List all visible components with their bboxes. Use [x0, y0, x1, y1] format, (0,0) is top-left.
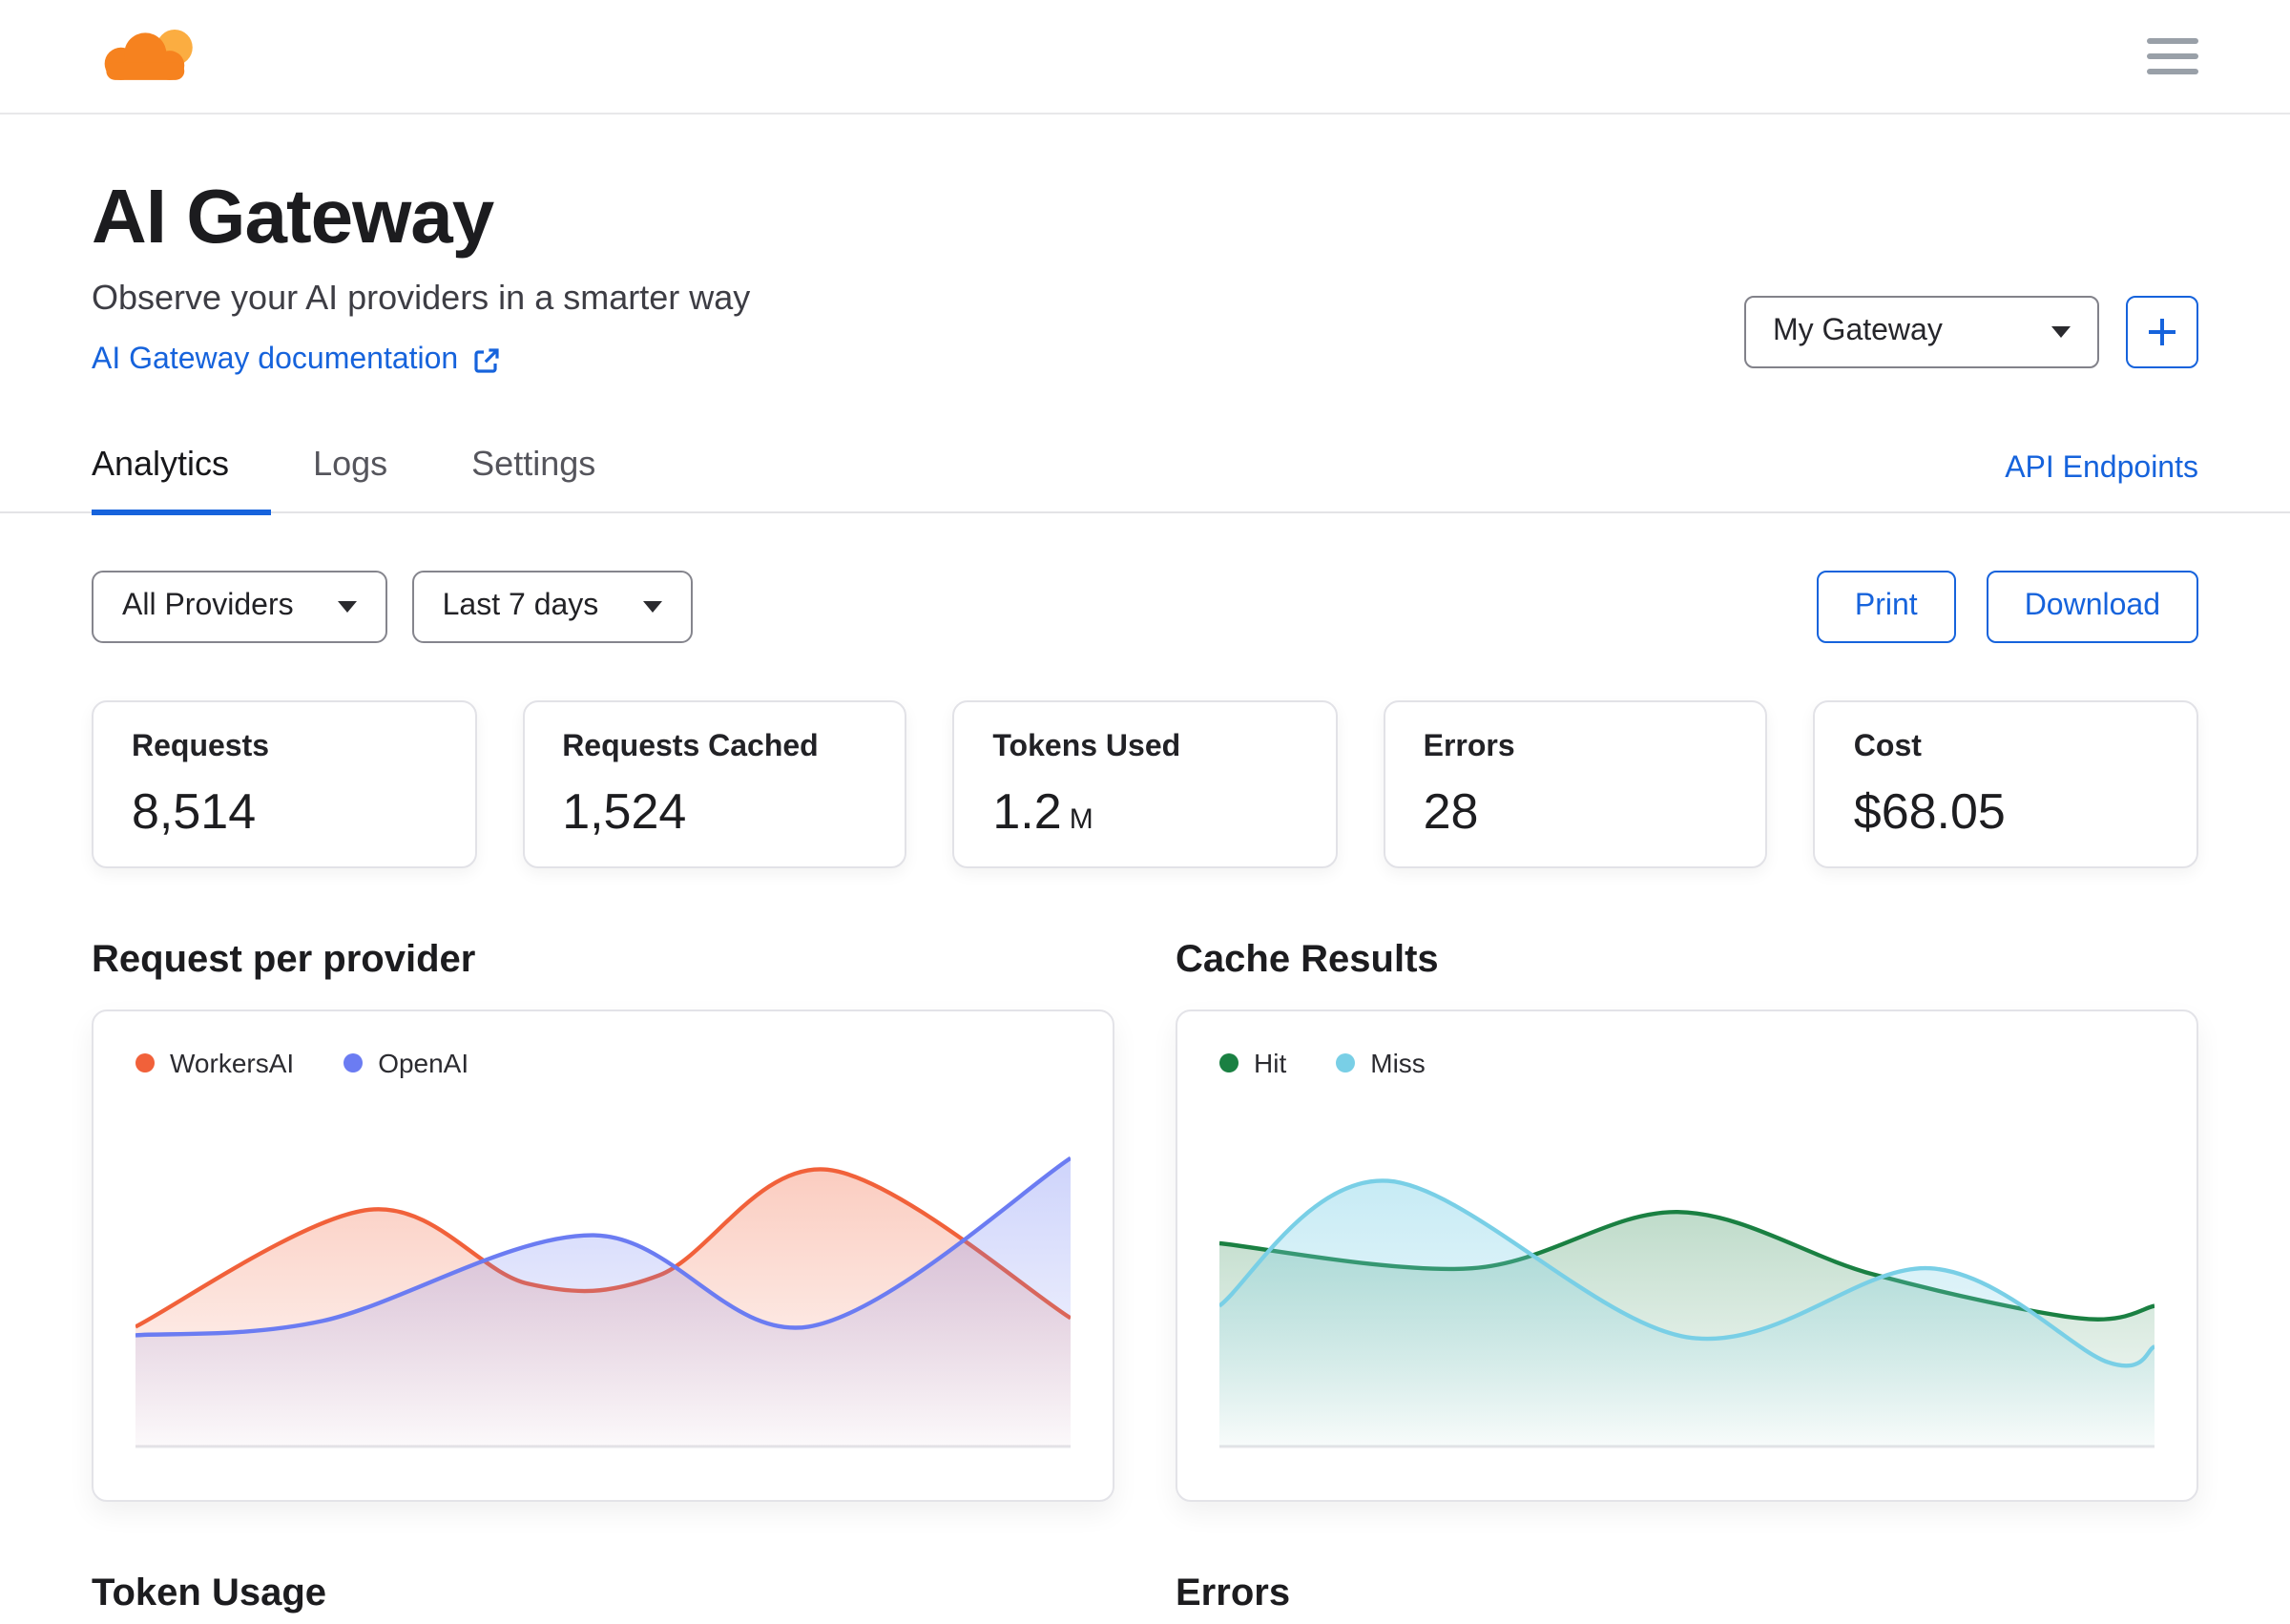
chevron-down-icon	[2051, 326, 2071, 338]
page-title: AI Gateway	[92, 176, 494, 260]
stat-card-requests: Requests 8,514	[92, 700, 477, 868]
stat-value: 1,524	[562, 782, 687, 840]
cache-results-section: Cache Results Hit Miss	[1176, 868, 2198, 1502]
cache-results-chart	[1219, 1178, 2155, 1448]
legend-item-workersai: WorkersAI	[135, 1048, 294, 1078]
documentation-link[interactable]: AI Gateway documentation	[92, 344, 502, 378]
stat-value: 28	[1423, 782, 1479, 840]
date-range-dropdown[interactable]: Last 7 days	[411, 571, 693, 643]
request-per-provider-card: WorkersAI OpenAI	[92, 1010, 1114, 1502]
page-header: AI Gateway Observe your AI providers in …	[0, 115, 2290, 378]
stat-value: $68.05	[1853, 782, 2006, 840]
stat-label: Requests Cached	[562, 731, 819, 763]
chevron-down-icon	[642, 601, 662, 613]
gateway-select[interactable]: My Gateway	[1744, 296, 2099, 368]
request-per-provider-section: Request per provider WorkersAI OpenAI	[92, 868, 1114, 1502]
gateway-select-value: My Gateway	[1773, 315, 1943, 347]
section-title-cache-results: Cache Results	[1176, 939, 1439, 981]
legend-label: Miss	[1370, 1048, 1426, 1078]
legend-dot-hit	[1219, 1053, 1239, 1072]
request-per-provider-chart	[135, 1156, 1071, 1448]
stat-value: 8,514	[132, 782, 257, 840]
main-content: All Providers Last 7 days Print Download…	[0, 571, 2290, 1624]
token-usage-section: Token Usage	[92, 1502, 1114, 1624]
stat-label: Errors	[1423, 731, 1515, 763]
stat-value: 1.2 M	[992, 782, 1093, 840]
legend-label: Hit	[1254, 1048, 1287, 1078]
download-button[interactable]: Download	[1986, 571, 2198, 643]
stat-card-requests-cached: Requests Cached 1,524	[522, 700, 907, 868]
provider-filter-dropdown[interactable]: All Providers	[92, 571, 387, 643]
errors-section: Errors	[1176, 1502, 2198, 1624]
charts-row: Request per provider WorkersAI OpenAI Ca…	[92, 868, 2198, 1502]
legend-dot-miss	[1336, 1053, 1356, 1072]
legend-label: WorkersAI	[170, 1048, 295, 1078]
stat-card-tokens-used: Tokens Used 1.2 M	[952, 700, 1338, 868]
legend-dot-workersai	[135, 1053, 155, 1072]
tab-settings[interactable]: Settings	[429, 443, 637, 515]
date-range-value: Last 7 days	[442, 590, 599, 622]
tab-list: Analytics Logs Settings	[92, 443, 637, 515]
toolbar-actions: Print Download	[1816, 571, 2198, 643]
documentation-link-label: AI Gateway documentation	[92, 344, 459, 376]
legend-item-hit: Hit	[1219, 1048, 1286, 1078]
chart-legend: Hit Miss	[1219, 1046, 2155, 1080]
analytics-toolbar: All Providers Last 7 days Print Download	[92, 571, 2198, 643]
cache-results-card: Hit Miss	[1176, 1010, 2198, 1502]
tab-logs[interactable]: Logs	[271, 443, 429, 515]
legend-label: OpenAI	[378, 1048, 469, 1078]
chevron-down-icon	[337, 601, 357, 613]
chart-legend: WorkersAI OpenAI	[135, 1046, 1071, 1080]
tab-analytics[interactable]: Analytics	[92, 443, 272, 515]
tab-bar: Analytics Logs Settings API Endpoints	[0, 443, 2290, 515]
external-link-icon	[474, 348, 499, 373]
cloudflare-logo[interactable]	[92, 20, 202, 93]
add-gateway-button[interactable]	[2126, 296, 2198, 368]
page-subtitle: Observe your AI providers in a smarter w…	[92, 279, 751, 317]
print-button[interactable]: Print	[1816, 571, 1956, 643]
legend-item-miss: Miss	[1336, 1048, 1426, 1078]
stat-label: Requests	[132, 731, 270, 763]
stat-label: Tokens Used	[992, 731, 1181, 763]
plus-icon	[2149, 319, 2176, 345]
cloudflare-cloud-icon	[104, 29, 193, 79]
bottom-sections-row: Token Usage Errors	[92, 1502, 2198, 1624]
page-header-right: My Gateway	[1744, 286, 2198, 378]
section-title-request-per-provider: Request per provider	[92, 939, 476, 981]
stat-label: Cost	[1853, 731, 1922, 763]
section-title-token-usage: Token Usage	[92, 1572, 326, 1614]
filters: All Providers Last 7 days	[92, 571, 693, 643]
stat-card-errors: Errors 28	[1383, 700, 1768, 868]
legend-dot-openai	[344, 1053, 364, 1072]
section-title-errors: Errors	[1176, 1572, 1291, 1614]
page: AI Gateway Observe your AI providers in …	[0, 0, 2290, 1624]
page-header-left: AI Gateway Observe your AI providers in …	[92, 176, 750, 378]
stat-cards: Requests 8,514 Requests Cached 1,524 Tok…	[92, 700, 2198, 868]
top-bar	[0, 0, 2290, 115]
legend-item-openai: OpenAI	[344, 1048, 468, 1078]
api-endpoints-link[interactable]: API Endpoints	[2005, 452, 2198, 511]
stat-card-cost: Cost $68.05	[1813, 700, 2198, 868]
provider-filter-value: All Providers	[122, 590, 294, 622]
hamburger-menu-icon[interactable]	[2147, 31, 2198, 82]
